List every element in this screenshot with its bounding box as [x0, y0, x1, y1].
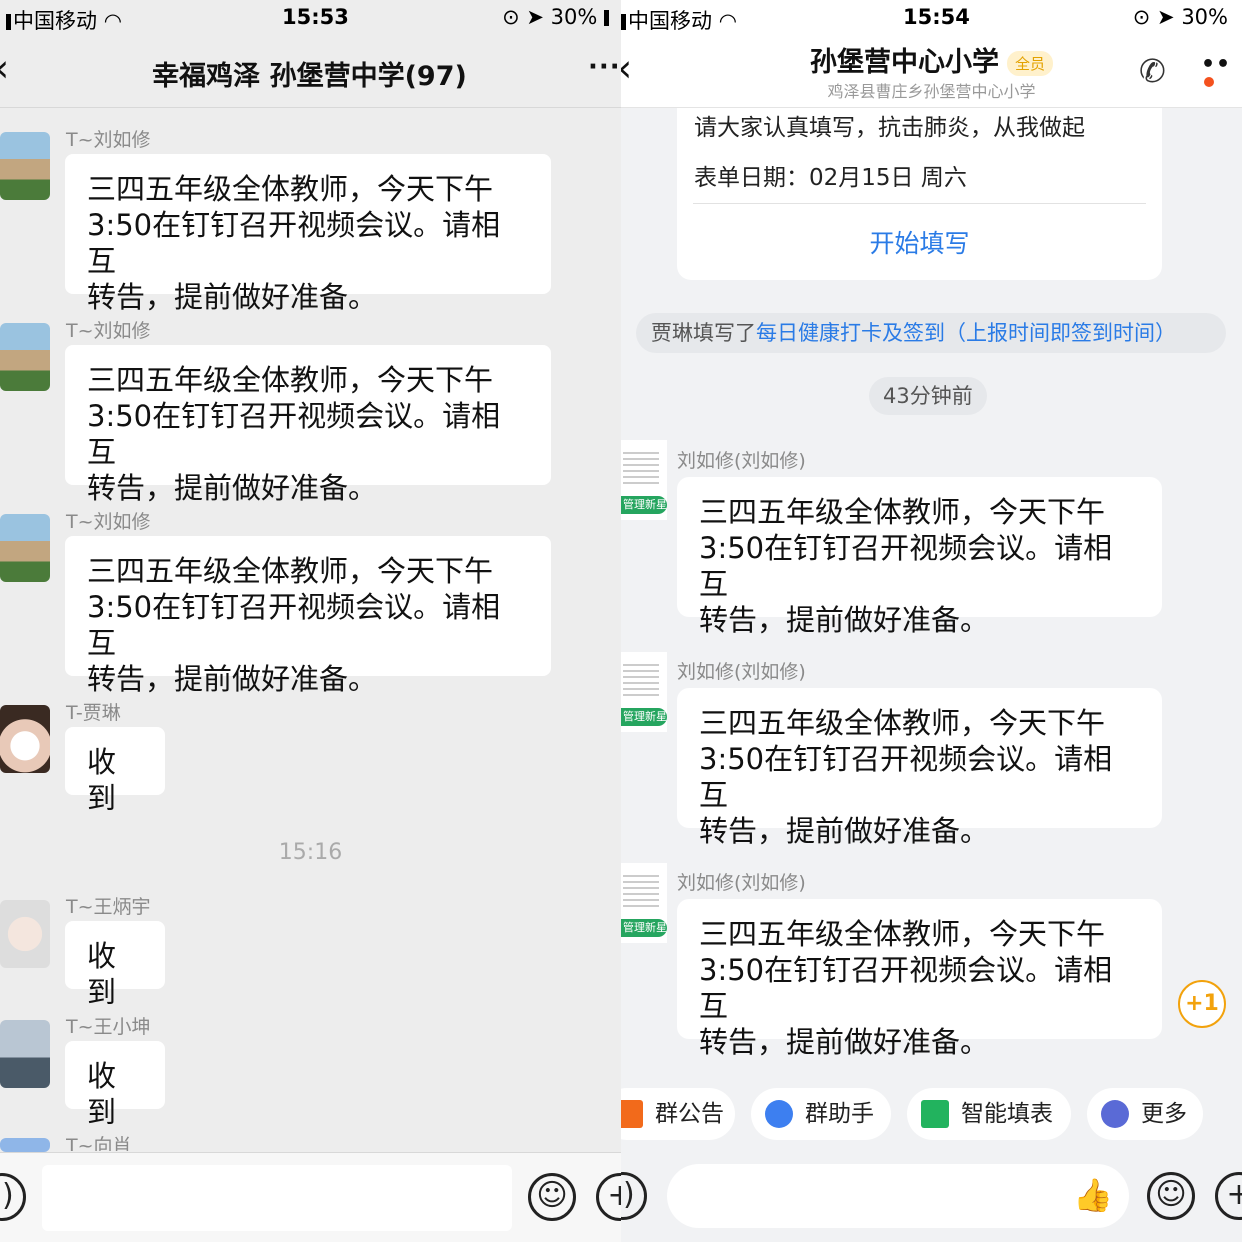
battery-label: ⊙ ➤ 30% [1132, 5, 1228, 29]
message-bubble[interactable]: 三四五年级全体教师，今天下午 3:50在钉钉召开视频会议。请相互 转告，提前做好准备… [677, 477, 1162, 637]
plus-one-button[interactable]: +1 [1178, 980, 1226, 1028]
avatar[interactable]: 管理新星 [621, 863, 667, 943]
carrier-label: 中国移动 ◠ [6, 5, 122, 35]
left-chat-screen: 中国移动 ◠ 15:53 ⊙ ➤ 30% ‹ 幸福鸡泽 孙堡营中学(97) ··… [0, 0, 621, 1242]
message-input[interactable] [42, 1165, 512, 1231]
form-date: 表单日期：02月15日 周六 [694, 165, 967, 191]
message-bubble[interactable]: 三四五年级全体教师，今天下午 3:50在钉钉召开视频会议。请相互 转告，提前做好准备… [677, 899, 1162, 1059]
wifi-icon: ◠ [103, 9, 123, 33]
sender-name: T~向肖 [66, 1135, 132, 1151]
add-icon[interactable]: + [596, 1173, 621, 1221]
carrier-label: 中国移动 ◠ [621, 5, 737, 35]
divider [693, 203, 1146, 204]
status-bar: 中国移动 ◠ 15:53 ⊙ ➤ 30% [0, 0, 621, 34]
status-time: 15:54 [903, 5, 970, 29]
message-input[interactable]: 👍 [667, 1164, 1129, 1228]
avatar[interactable]: 管理新星 [621, 440, 667, 520]
sender-name: 刘如修(刘如修) [677, 661, 806, 683]
sender-name: 刘如修(刘如修) [677, 872, 806, 894]
emoji-icon[interactable]: ☺ [1147, 1172, 1195, 1220]
sender-name: T~刘如修 [66, 129, 151, 151]
sender-name: T~王小坤 [66, 1016, 151, 1038]
group-assistant-button[interactable]: 群助手 [751, 1088, 891, 1140]
message-bubble[interactable]: 收到 [65, 921, 165, 1009]
sender-name: T~王炳宇 [66, 896, 151, 918]
more-icon [1101, 1100, 1129, 1128]
message-bubble[interactable]: 收到 [65, 1041, 165, 1129]
status-time: 15:53 [282, 5, 349, 29]
more-tools-button[interactable]: 更多 [1087, 1088, 1203, 1140]
avatar[interactable] [0, 323, 50, 391]
avatar[interactable]: 管理新星 [621, 652, 667, 732]
chat-header: ‹ 幸福鸡泽 孙堡营中学(97) ··· [0, 34, 621, 108]
sender-name: T~刘如修 [66, 511, 151, 533]
wifi-icon: ◠ [718, 9, 738, 33]
avatar[interactable] [0, 132, 50, 200]
form-icon [921, 1100, 949, 1128]
chat-header: ‹ 孙堡营中心小学全员 鸡泽县曹庄乡孙堡营中心小学 ✆ •• [621, 34, 1242, 108]
avatar[interactable] [0, 1020, 50, 1088]
member-badge: 全员 [1006, 51, 1053, 76]
input-bar: )) ☺ + [0, 1152, 621, 1242]
avatar[interactable] [0, 900, 50, 968]
chat-title: 幸福鸡泽 孙堡营中学(97) [152, 61, 467, 92]
avatar[interactable] [0, 514, 50, 582]
thumbs-up-icon[interactable]: 👍 [1073, 1176, 1113, 1214]
smart-form-button[interactable]: 智能填表 [907, 1088, 1071, 1140]
sender-name: T~刘如修 [66, 320, 151, 342]
input-bar: )) 👍 ☺ + [621, 1150, 1242, 1242]
start-fill-button[interactable]: 开始填写 [677, 224, 1162, 260]
notification-dot-icon [1204, 77, 1214, 87]
emoji-icon[interactable]: ☺ [528, 1173, 576, 1221]
more-button[interactable]: ··· [588, 52, 621, 82]
assistant-icon [765, 1100, 793, 1128]
status-bar: 中国移动 ◠ 15:54 ⊙ ➤ 30% [621, 0, 1242, 34]
form-card[interactable]: 请大家认真填写，抗击肺炎，从我做起 表单日期：02月15日 周六 开始填写 [677, 108, 1162, 280]
message-bubble[interactable]: 三四五年级全体教师，今天下午 3:50在钉钉召开视频会议。请相互 转告，提前做好准备… [65, 345, 551, 505]
right-chat-screen: 中国移动 ◠ 15:54 ⊙ ➤ 30% ‹ 孙堡营中心小学全员 鸡泽县曹庄乡孙… [621, 0, 1242, 1242]
voice-icon[interactable]: )) [0, 1173, 26, 1221]
time-divider: 43分钟前 [869, 377, 987, 415]
battery-label: ⊙ ➤ 30% [502, 5, 611, 29]
message-bubble[interactable]: 三四五年级全体教师，今天下午 3:50在钉钉召开视频会议。请相互 转告，提前做好准备… [65, 536, 551, 696]
form-card-text: 请大家认真填写，抗击肺炎，从我做起 [694, 115, 1085, 141]
speaker-icon [621, 1100, 643, 1128]
avatar[interactable] [0, 705, 50, 773]
voice-icon[interactable]: )) [621, 1172, 647, 1220]
message-bubble[interactable]: 三四五年级全体教师，今天下午 3:50在钉钉召开视频会议。请相互 转告，提前做好准备… [677, 688, 1162, 848]
avatar[interactable] [0, 1138, 50, 1152]
call-icon[interactable]: ✆ [1139, 52, 1166, 90]
message-bubble[interactable]: 三四五年级全体教师，今天下午 3:50在钉钉召开视频会议。请相互 转告，提前做好准备… [65, 154, 551, 314]
form-notice: 贾琳填写了每日健康打卡及签到（上报时间即签到时间） [636, 313, 1226, 353]
message-bubble[interactable]: 收到 [65, 727, 165, 815]
sender-name: T-贾琳 [66, 702, 121, 724]
add-icon[interactable]: + [1215, 1172, 1242, 1220]
group-notice-button[interactable]: 群公告 [621, 1088, 735, 1140]
more-button[interactable]: •• [1201, 52, 1242, 102]
form-link[interactable]: 每日健康打卡及签到（上报时间即签到时间） [756, 321, 1176, 345]
sender-name: 刘如修(刘如修) [677, 450, 806, 472]
time-divider: 15:16 [278, 840, 343, 865]
